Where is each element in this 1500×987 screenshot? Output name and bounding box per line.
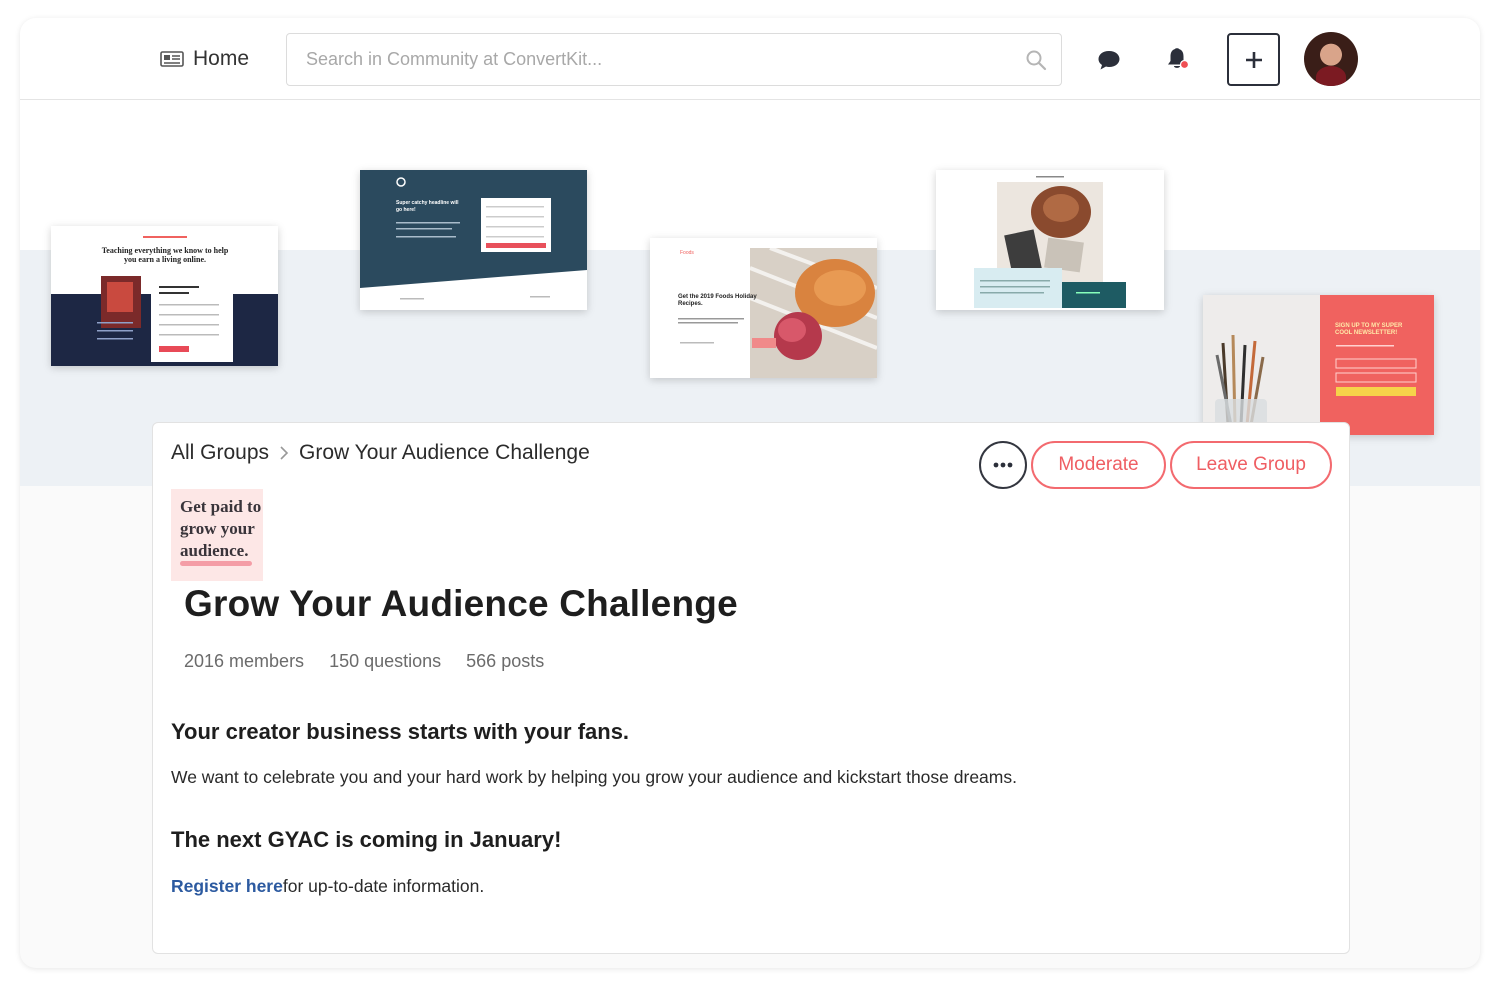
announcement-heading: The next GYAC is coming in January! <box>171 827 562 852</box>
landing-page-preview-image <box>1203 295 1434 435</box>
home-link[interactable]: Home <box>160 44 249 74</box>
logo-underline-decoration <box>180 561 252 566</box>
announcement-text: for up-to-date information. <box>282 876 485 896</box>
landing-page-thumbnail: Teaching everything we know to help you … <box>51 226 278 366</box>
landing-page-preview-image <box>936 170 1164 310</box>
thumbnail-heading: SIGN UP TO MY SUPER COOL NEWSLETTER! <box>1335 323 1403 336</box>
description-heading: Your creator business starts with your f… <box>171 719 630 744</box>
breadcrumb-all-groups-link[interactable]: All Groups <box>171 441 269 465</box>
notifications-button[interactable] <box>1162 44 1192 74</box>
group-logo-line: grow your <box>180 519 255 538</box>
more-dots-icon <box>993 462 1013 468</box>
landing-page-preview-image <box>650 238 877 378</box>
landing-page-preview-image <box>360 170 587 310</box>
group-stats: 2016 members 150 questions 566 posts <box>184 651 544 672</box>
bell-icon <box>1168 48 1190 70</box>
landing-page-thumbnail <box>936 170 1164 310</box>
more-options-button[interactable] <box>979 441 1027 489</box>
breadcrumb: All Groups Grow Your Audience Challenge <box>171 441 590 465</box>
members-count: 2016 members <box>184 651 305 671</box>
search-input[interactable] <box>287 34 1025 85</box>
landing-page-thumbnail: SIGN UP TO MY SUPER COOL NEWSLETTER! <box>1203 295 1434 435</box>
breadcrumb-current: Grow Your Audience Challenge <box>299 441 590 464</box>
chat-bubble-icon <box>1098 51 1120 70</box>
group-logo-line: Get paid to <box>180 497 262 516</box>
messages-button[interactable] <box>1095 46 1123 74</box>
landing-page-thumbnail: Foods Get the 2019 Foods Holiday Recipes… <box>650 238 877 378</box>
posts-count: 566 posts <box>466 651 545 671</box>
newspaper-icon <box>160 51 184 67</box>
thumbnail-heading: Get the 2019 Foods Holiday Recipes. <box>678 294 757 307</box>
description-paragraph: We want to celebrate you and your hard w… <box>171 767 1017 787</box>
group-logo-line: audience. <box>180 541 249 560</box>
thumbnail-heading: Teaching everything we know to help you … <box>101 246 229 264</box>
user-avatar[interactable] <box>1304 32 1358 86</box>
home-label: Home <box>193 47 250 70</box>
chevron-right-icon <box>280 446 289 460</box>
create-button[interactable] <box>1227 33 1280 86</box>
thumbnail-brand: Foods <box>680 250 694 256</box>
moderate-button[interactable]: Moderate <box>1031 441 1166 489</box>
register-link[interactable]: Register here <box>171 876 283 896</box>
plus-icon <box>1245 51 1262 68</box>
group-logo: Get paid to grow your audience. <box>171 489 263 581</box>
search-box <box>286 33 1062 86</box>
questions-count: 150 questions <box>329 651 442 671</box>
leave-group-button[interactable]: Leave Group <box>1170 441 1332 489</box>
announcement-paragraph: Register herefor up-to-date information. <box>171 876 484 897</box>
group-title: Grow Your Audience Challenge <box>184 583 738 624</box>
group-info-card: All Groups Grow Your Audience Challenge … <box>152 422 1350 954</box>
thumbnail-heading: Super catchy headline will go here! <box>396 200 459 213</box>
top-navigation-bar: Home <box>20 18 1480 100</box>
search-icon[interactable] <box>1025 49 1047 71</box>
app-window: Home Search in Community at ConvertKit..… <box>20 18 1480 968</box>
landing-page-thumbnail: Super catchy headline will go here! <box>360 170 587 310</box>
